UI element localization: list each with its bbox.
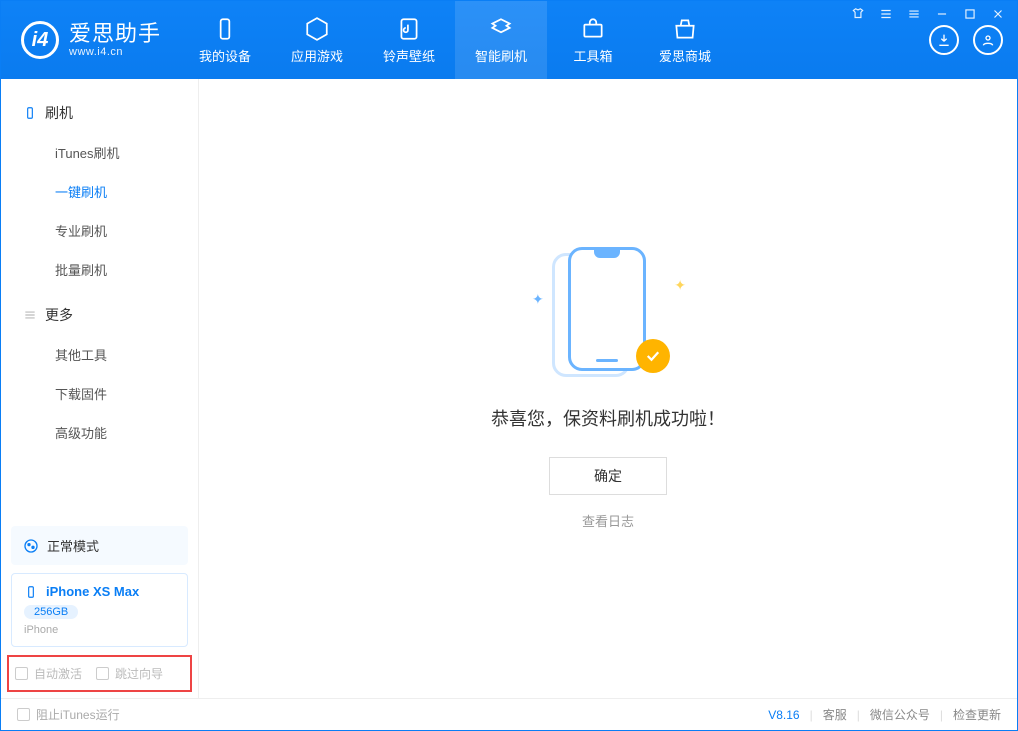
flash-options-row: 自动激活 跳过向导 xyxy=(7,655,192,692)
minimize-button[interactable] xyxy=(933,5,951,23)
tab-my-device[interactable]: 我的设备 xyxy=(179,1,271,79)
version-label: V8.16 xyxy=(768,708,799,722)
checkbox-icon xyxy=(96,667,109,680)
close-button[interactable] xyxy=(989,5,1007,23)
opt-skip-guide[interactable]: 跳过向导 xyxy=(96,665,163,682)
opt-auto-activate[interactable]: 自动激活 xyxy=(15,665,82,682)
header: i4 爱思助手 www.i4.cn 我的设备 应用游戏 铃声壁纸 智能刷机 xyxy=(1,1,1017,79)
opt-block-itunes[interactable]: 阻止iTunes运行 xyxy=(17,706,120,723)
menu-icon[interactable] xyxy=(905,5,923,23)
checkbox-icon xyxy=(15,667,28,680)
check-badge-icon xyxy=(636,339,670,373)
shirt-icon[interactable] xyxy=(849,5,867,23)
app-window: i4 爱思助手 www.i4.cn 我的设备 应用游戏 铃声壁纸 智能刷机 xyxy=(0,0,1018,731)
brand-url: www.i4.cn xyxy=(69,46,161,58)
sidebar-item-pro-flash[interactable]: 专业刷机 xyxy=(1,211,198,250)
tab-label: 爱思商城 xyxy=(659,46,711,65)
tab-apps-games[interactable]: 应用游戏 xyxy=(271,1,363,79)
footer: 阻止iTunes运行 V8.16 | 客服 | 微信公众号 | 检查更新 xyxy=(1,698,1017,730)
body: 刷机 iTunes刷机 一键刷机 专业刷机 批量刷机 更多 其他工具 下载固件 … xyxy=(1,79,1017,698)
checkbox-icon xyxy=(17,708,30,721)
download-icon[interactable] xyxy=(929,25,959,55)
footer-link-support[interactable]: 客服 xyxy=(823,706,847,723)
sidebar-section-more: 更多 其他工具 下载固件 高级功能 xyxy=(1,295,198,452)
footer-link-update[interactable]: 检查更新 xyxy=(953,706,1001,723)
device-capacity: 256GB xyxy=(24,605,78,619)
mode-card[interactable]: 正常模式 xyxy=(11,526,188,565)
footer-link-wechat[interactable]: 微信公众号 xyxy=(870,706,930,723)
brand-name: 爱思助手 xyxy=(69,22,161,46)
tab-label: 工具箱 xyxy=(574,46,613,65)
window-controls xyxy=(849,5,1007,23)
brand: i4 爱思助手 www.i4.cn xyxy=(1,1,179,79)
tab-label: 应用游戏 xyxy=(291,46,343,65)
footer-right: V8.16 | 客服 | 微信公众号 | 检查更新 xyxy=(768,706,1001,723)
tab-label: 我的设备 xyxy=(199,46,251,65)
sparkle-icon: ✦ xyxy=(674,277,686,294)
mode-icon xyxy=(23,538,39,554)
tab-label: 铃声壁纸 xyxy=(383,46,435,65)
header-tabs: 我的设备 应用游戏 铃声壁纸 智能刷机 工具箱 爱思商城 xyxy=(179,1,731,79)
list-icon xyxy=(23,308,37,322)
phone-icon xyxy=(24,585,38,599)
sidebar-item-oneclick-flash[interactable]: 一键刷机 xyxy=(1,172,198,211)
sidebar-title-label: 更多 xyxy=(45,305,73,325)
tab-flash[interactable]: 智能刷机 xyxy=(455,1,547,79)
sidebar-item-download-fw[interactable]: 下载固件 xyxy=(1,374,198,413)
device-card[interactable]: iPhone XS Max 256GB iPhone xyxy=(11,573,188,647)
list-icon[interactable] xyxy=(877,5,895,23)
opt-label: 跳过向导 xyxy=(115,665,163,682)
tab-ringtones[interactable]: 铃声壁纸 xyxy=(363,1,455,79)
logo-icon: i4 xyxy=(21,21,59,59)
main-panel: ✦ ✦ 恭喜您，保资料刷机成功啦！ 确定 查看日志 xyxy=(199,79,1017,698)
user-icon[interactable] xyxy=(973,25,1003,55)
sparkle-icon: ✦ xyxy=(532,291,544,308)
tab-toolbox[interactable]: 工具箱 xyxy=(547,1,639,79)
opt-label: 自动激活 xyxy=(34,665,82,682)
maximize-button[interactable] xyxy=(961,5,979,23)
tab-store[interactable]: 爱思商城 xyxy=(639,1,731,79)
sidebar-item-other-tools[interactable]: 其他工具 xyxy=(1,335,198,374)
device-icon xyxy=(23,106,37,120)
sidebar: 刷机 iTunes刷机 一键刷机 专业刷机 批量刷机 更多 其他工具 下载固件 … xyxy=(1,79,199,698)
tab-label: 智能刷机 xyxy=(475,46,527,65)
device-name: iPhone XS Max xyxy=(46,584,139,599)
success-message: 恭喜您，保资料刷机成功啦！ xyxy=(491,405,725,431)
sidebar-item-batch-flash[interactable]: 批量刷机 xyxy=(1,250,198,289)
device-type: iPhone xyxy=(24,624,175,636)
sidebar-item-advanced[interactable]: 高级功能 xyxy=(1,413,198,452)
sidebar-item-itunes-flash[interactable]: iTunes刷机 xyxy=(1,133,198,172)
ok-button[interactable]: 确定 xyxy=(549,457,667,495)
mode-label: 正常模式 xyxy=(47,536,99,555)
success-illustration: ✦ ✦ xyxy=(528,247,688,387)
sidebar-title-flash: 刷机 xyxy=(1,93,198,133)
sidebar-title-label: 刷机 xyxy=(45,103,73,123)
sidebar-section-flash: 刷机 iTunes刷机 一键刷机 专业刷机 批量刷机 xyxy=(1,93,198,289)
view-log-link[interactable]: 查看日志 xyxy=(582,511,634,530)
sidebar-title-more: 更多 xyxy=(1,295,198,335)
opt-label: 阻止iTunes运行 xyxy=(36,706,120,723)
